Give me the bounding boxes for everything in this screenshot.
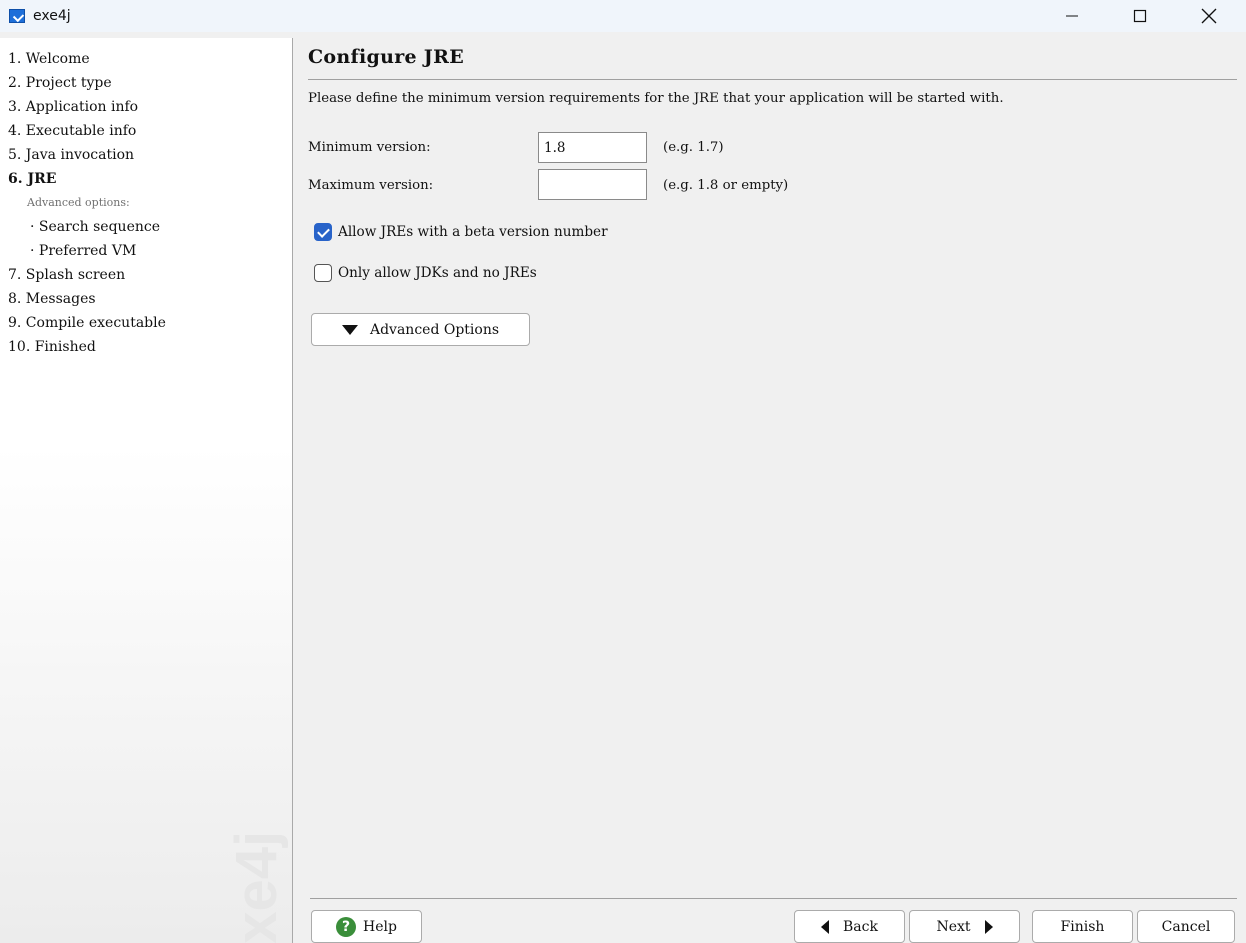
back-label: Back	[843, 918, 878, 935]
title-bar: exe4j	[0, 0, 1246, 32]
title-divider	[308, 79, 1237, 80]
min-version-label: Minimum version:	[308, 140, 431, 155]
wizard-step-sidebar: 1. Welcome 2. Project type 3. Applicatio…	[0, 38, 293, 943]
step-application-info[interactable]: 3. Application info	[0, 95, 292, 119]
help-question-icon: ?	[336, 916, 357, 937]
allow-beta-label: Allow JREs with a beta version number	[338, 224, 608, 240]
next-button[interactable]: Next	[909, 910, 1020, 943]
back-button[interactable]: Back	[794, 910, 905, 943]
only-jdks-checkbox[interactable]: Only allow JDKs and no JREs	[314, 264, 537, 282]
cancel-label: Cancel	[1161, 918, 1211, 935]
minimize-button[interactable]	[1049, 0, 1095, 32]
checkbox-unchecked-icon	[314, 264, 332, 282]
maximize-button[interactable]	[1117, 0, 1163, 32]
step-compile-executable[interactable]: 9. Compile executable	[0, 311, 292, 335]
step-preferred-vm[interactable]: · Preferred VM	[0, 239, 292, 263]
close-icon	[1201, 8, 1217, 24]
step-list: 1. Welcome 2. Project type 3. Applicatio…	[0, 38, 292, 359]
page-description: Please define the minimum version requir…	[308, 91, 1004, 106]
maximize-icon	[1133, 9, 1147, 23]
app-icon	[9, 9, 25, 23]
step-java-invocation[interactable]: 5. Java invocation	[0, 143, 292, 167]
min-version-hint: (e.g. 1.7)	[663, 140, 724, 155]
advanced-options-heading: Advanced options:	[27, 196, 130, 209]
svg-text:exe4j: exe4j	[224, 831, 288, 943]
close-button[interactable]	[1186, 0, 1232, 32]
step-finished[interactable]: 10. Finished	[0, 335, 292, 359]
step-search-sequence[interactable]: · Search sequence	[0, 215, 292, 239]
footer-divider	[310, 898, 1237, 899]
step-project-type[interactable]: 2. Project type	[0, 71, 292, 95]
triangle-right-icon	[984, 919, 993, 934]
step-jre[interactable]: 6. JRE	[0, 167, 292, 191]
advanced-options-label: Advanced Options	[369, 321, 500, 338]
main-panel: Configure JRE Please define the minimum …	[294, 38, 1246, 943]
advanced-options-button[interactable]: Advanced Options	[311, 313, 530, 346]
window-title: exe4j	[33, 8, 71, 24]
page-title: Configure JRE	[308, 46, 464, 68]
finish-label: Finish	[1060, 918, 1105, 935]
checkbox-checked-icon	[314, 223, 332, 241]
triangle-left-icon	[821, 919, 830, 934]
step-splash-screen[interactable]: 7. Splash screen	[0, 263, 292, 287]
minimize-icon	[1066, 15, 1078, 17]
max-version-hint: (e.g. 1.8 or empty)	[663, 178, 789, 193]
cancel-button[interactable]: Cancel	[1137, 910, 1235, 943]
exe4j-watermark-logo: exe4j	[224, 831, 288, 943]
next-label: Next	[936, 918, 971, 935]
help-label: Help	[363, 918, 397, 935]
step-executable-info[interactable]: 4. Executable info	[0, 119, 292, 143]
step-messages[interactable]: 8. Messages	[0, 287, 292, 311]
max-version-input[interactable]	[538, 169, 647, 200]
max-version-label: Maximum version:	[308, 178, 434, 193]
allow-beta-checkbox[interactable]: Allow JREs with a beta version number	[314, 223, 608, 241]
help-button[interactable]: ? Help	[311, 910, 422, 943]
step-welcome[interactable]: 1. Welcome	[0, 47, 292, 71]
triangle-down-icon	[341, 324, 358, 335]
finish-button[interactable]: Finish	[1032, 910, 1133, 943]
only-jdks-label: Only allow JDKs and no JREs	[338, 265, 537, 281]
min-version-input[interactable]	[538, 132, 647, 163]
